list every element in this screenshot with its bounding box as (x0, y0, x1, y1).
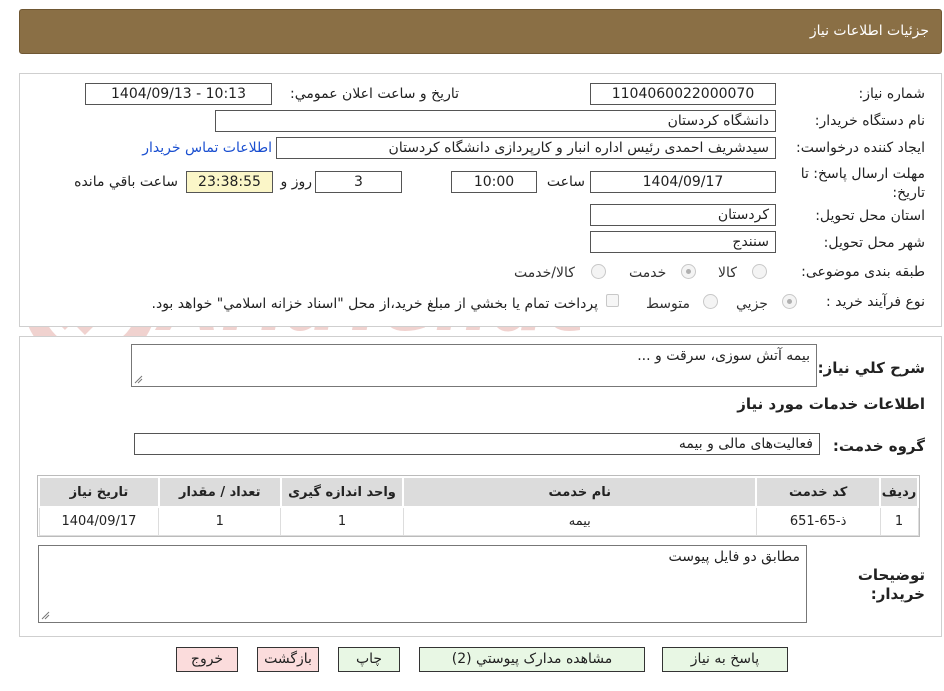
buyer-notes-textarea[interactable]: مطابق دو فایل پیوست (38, 545, 807, 623)
creator-label: ايجاد کننده درخواست: (796, 140, 925, 156)
col-header-need-date: تاريخ نياز (38, 476, 160, 508)
remaining-time-field: 23:38:55 (186, 171, 273, 193)
col-header-quantity: تعداد / مقدار (157, 476, 282, 508)
province-label: استان محل تحويل: (815, 208, 925, 224)
page-header: جزئیات اطلاعات نیاز (19, 9, 942, 54)
col-header-service-name: نام خدمت (402, 476, 758, 508)
creator-field[interactable]: سيدشريف احمدی رئيس اداره انبار و کارپردا… (276, 137, 776, 159)
buyer-contact-link[interactable]: اطلاعات تماس خريدار (142, 140, 272, 156)
service-group-label: گروه خدمت: (832, 437, 925, 455)
summary-text: بیمه آتش سوزی، سرقت و ... (637, 348, 810, 364)
col-header-unit: واحد اندازه گيری (279, 476, 405, 508)
cell-quantity: 1 (158, 506, 282, 536)
payment-note: پرداخت تمام يا بخشي از مبلغ خريد،از محل … (151, 296, 598, 312)
buyer-notes-text: مطابق دو فایل پیوست (668, 549, 800, 565)
back-button[interactable]: بازگشت (257, 647, 319, 672)
deadline-time-field[interactable]: 10:00 (451, 171, 537, 193)
city-field[interactable]: سنندج (590, 231, 776, 253)
days-field[interactable]: 3 (315, 171, 402, 193)
process-option-medium: متوسط (646, 296, 690, 312)
services-section-title: اطلاعات خدمات مورد نياز (737, 395, 925, 413)
summary-label: شرح کلي نياز: (817, 359, 925, 377)
resize-grip-icon[interactable] (134, 375, 143, 384)
resize-grip-icon[interactable] (41, 611, 50, 620)
need-number-label: شماره نیاز: (858, 86, 926, 102)
need-number-field[interactable]: 1104060022000070 (590, 83, 776, 105)
announce-label: تاریخ و ساعت اعلان عمومي: (290, 86, 459, 102)
col-header-row-number: رديف (879, 476, 919, 508)
category-option-service: خدمت (629, 265, 667, 281)
table-header-row: رديف کد خدمت نام خدمت واحد اندازه گيری ت… (38, 476, 919, 508)
cell-service-name: بیمه (402, 506, 757, 536)
view-attachments-button[interactable]: مشاهده مدارک پيوستي (2) (419, 647, 645, 672)
exit-button[interactable]: خروج (176, 647, 238, 672)
services-table: رديف کد خدمت نام خدمت واحد اندازه گيری ت… (37, 475, 920, 537)
remaining-label: ساعت باقي مانده (74, 174, 178, 190)
category-option-goods-service: کالا/خدمت (514, 265, 575, 281)
days-label: روز و (280, 174, 313, 190)
page-title: جزئیات اطلاعات نیاز (809, 23, 929, 39)
category-radio-service[interactable] (681, 264, 696, 279)
table-row: 1 ذ-65-651 بیمه 1 1 1404/09/17 (38, 506, 919, 536)
treasury-checkbox[interactable] (606, 294, 619, 307)
city-label: شهر محل تحويل: (823, 235, 925, 251)
category-radio-goods-service[interactable] (591, 264, 606, 279)
buyer-notes-label: توضيحات خريدار: (857, 566, 925, 603)
cell-unit: 1 (280, 506, 404, 536)
process-label: نوع فرآيند خريد : (826, 294, 925, 310)
buyer-org-label: نام دستگاه خريدار: (814, 113, 925, 129)
print-button[interactable]: چاپ (338, 647, 400, 672)
service-group-field[interactable]: فعاليت‌های مالی و بيمه (134, 433, 820, 455)
category-option-goods: کالا (718, 265, 737, 281)
reply-button[interactable]: پاسخ به نياز (662, 647, 788, 672)
cell-need-date: 1404/09/17 (38, 506, 160, 536)
deadline-time-label: ساعت (546, 174, 585, 190)
process-radio-medium[interactable] (703, 294, 718, 309)
col-header-service-code: کد خدمت (755, 476, 882, 508)
deadline-label: مهلت ارسال پاسخ: تا تاریخ: (800, 166, 925, 201)
cell-row-number: 1 (879, 506, 919, 536)
announce-field[interactable]: 1404/09/13 - 10:13 (85, 83, 272, 105)
category-label: طبقه بندی موضوعی: (801, 264, 925, 280)
process-option-minor: جزيي (736, 296, 768, 312)
deadline-date-field[interactable]: 1404/09/17 (590, 171, 776, 193)
buyer-org-field[interactable]: دانشگاه کردستان (215, 110, 776, 132)
category-radio-goods[interactable] (752, 264, 767, 279)
process-radio-minor[interactable] (782, 294, 797, 309)
summary-textarea[interactable]: بیمه آتش سوزی، سرقت و ... (131, 344, 817, 387)
cell-service-code: ذ-65-651 (755, 506, 881, 536)
province-field[interactable]: کردستان (590, 204, 776, 226)
